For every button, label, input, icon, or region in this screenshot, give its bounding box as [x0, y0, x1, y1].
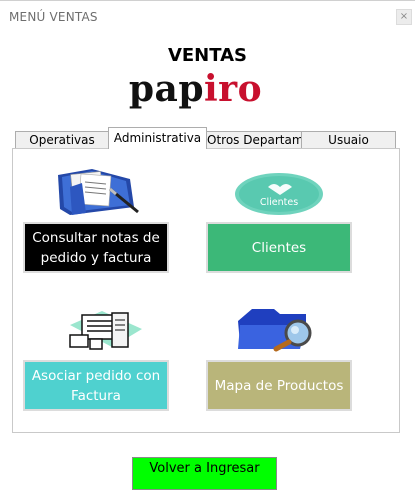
title-bar: MENÚ VENTAS × — [0, 0, 415, 31]
close-button[interactable]: × — [396, 9, 412, 25]
clientes-button[interactable]: Clientes — [206, 222, 352, 273]
tab-administrativa[interactable]: Administrativa — [108, 127, 207, 149]
documents-invoice-icon — [69, 311, 142, 350]
page-title: VENTAS — [167, 45, 248, 66]
tab-usuario[interactable]: Usuaio — [301, 131, 396, 148]
brand-logo: papiro — [0, 68, 391, 110]
clientes-badge-label: Clientes — [260, 197, 298, 208]
tab-otros-departamentos[interactable]: Otros Departamentos — [206, 131, 302, 148]
mapa-productos-button[interactable]: Mapa de Productos — [206, 360, 352, 411]
logo-part-2: iro — [204, 68, 263, 110]
asociar-pedido-button[interactable]: Asociar pedido con Factura — [23, 360, 169, 411]
handshake-badge-icon: Clientes — [235, 173, 323, 215]
tab-operativas[interactable]: Operativas — [15, 131, 109, 148]
folder-papers-icon — [58, 169, 139, 215]
close-icon: × — [399, 11, 409, 22]
logo-part-1: pap — [128, 68, 204, 110]
window-title: MENÚ VENTAS — [9, 10, 98, 24]
volver-a-ingresar-button[interactable]: Volver a Ingresar — [132, 457, 277, 490]
consultar-notas-button[interactable]: Consultar notas de pedido y factura — [23, 222, 169, 273]
folder-search-icon — [238, 309, 312, 352]
